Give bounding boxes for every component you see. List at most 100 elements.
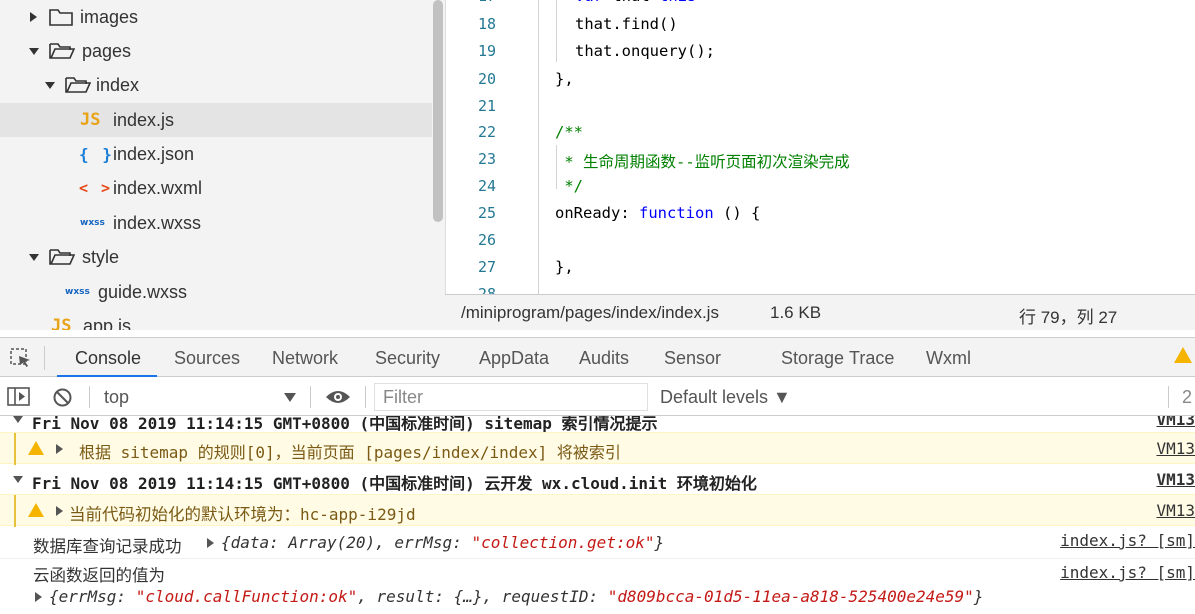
- line-number: 19: [477, 42, 496, 60]
- message-label: 当前代码初始化的默认环境为：: [69, 506, 300, 524]
- message-source-link[interactable]: VM13: [1156, 439, 1195, 458]
- message-source-link[interactable]: index.js? [sm]: [1060, 563, 1195, 582]
- tree-item-label: images: [80, 6, 139, 27]
- line-number: 17: [446, 0, 496, 5]
- object-string: "cloud.callFunction:ok": [135, 587, 358, 606]
- code-line: that.find(): [575, 15, 678, 33]
- code-line: },: [555, 70, 574, 88]
- tree-item-label: index.wxss: [113, 212, 202, 233]
- message-text: Fri Nov 08 2019 11:14:15 GMT+0800 (中国标准时…: [32, 474, 757, 493]
- show-sidebar-icon[interactable]: [7, 387, 31, 407]
- console-log: 云函数返回的值为 index.js? [sm] {errMsg: "cloud.…: [0, 560, 1195, 614]
- toolbar-divider: [310, 386, 311, 408]
- message-source-link[interactable]: VM13: [1156, 501, 1195, 520]
- message-source-link[interactable]: index.js? [sm]: [1060, 531, 1195, 550]
- tree-item-images[interactable]: images: [0, 0, 432, 34]
- group-indent-bar: [14, 495, 16, 527]
- tab-storage[interactable]: Storage: [779, 338, 846, 377]
- line-number: 21: [477, 97, 496, 115]
- object-preview[interactable]: {data: Array(20), errMsg: "collection.ge…: [221, 533, 664, 552]
- tree-item-label: app.js: [83, 315, 132, 331]
- toolbar-divider: [44, 346, 45, 370]
- tree-item-pages[interactable]: pages: [0, 34, 432, 68]
- tree-item-index-folder[interactable]: index: [0, 68, 432, 102]
- collapse-icon[interactable]: [13, 416, 23, 423]
- line-number: 23: [477, 150, 496, 168]
- json-file-icon: { }: [79, 145, 114, 164]
- tab-audits[interactable]: Audits: [577, 338, 631, 377]
- chevron-right-icon[interactable]: [30, 12, 37, 22]
- inspect-element-icon[interactable]: [10, 348, 32, 368]
- object-string: "d809bcca-01d5-11ea-a818-525400e24e59": [607, 587, 974, 606]
- toolbar-divider: [1168, 386, 1169, 408]
- eye-icon[interactable]: [325, 389, 351, 405]
- console-log: 数据库查询记录成功 {data: Array(20), errMsg: "col…: [0, 527, 1195, 559]
- message-value: hc-app-i29jd: [300, 505, 416, 524]
- tab-network[interactable]: Network: [270, 338, 340, 377]
- context-selector[interactable]: top: [96, 378, 301, 416]
- indent-guide: [556, 0, 557, 62]
- dropdown-arrow-icon: [284, 393, 296, 402]
- chevron-down-icon[interactable]: [45, 82, 55, 89]
- tree-item-index-json[interactable]: { } index.json: [0, 137, 432, 171]
- expand-icon[interactable]: [56, 444, 63, 454]
- warning-icon: [28, 441, 44, 455]
- tree-item-style[interactable]: style: [0, 240, 432, 274]
- tab-wxml[interactable]: Wxml: [924, 338, 973, 377]
- tree-item-index-js[interactable]: JS index.js: [0, 103, 432, 137]
- console-group-header[interactable]: Fri Nov 08 2019 11:14:15 GMT+0800 (中国标准时…: [0, 464, 1195, 494]
- collapse-icon[interactable]: [13, 476, 23, 483]
- tab-trace[interactable]: Trace: [847, 338, 896, 377]
- code-comment: * 生命周期函数--监听页面初次渲染完成: [555, 153, 850, 171]
- cursor-position[interactable]: 行 79，列 27: [1019, 303, 1117, 328]
- code-line: var that=this: [575, 0, 696, 5]
- message-source-link[interactable]: VM13: [1156, 470, 1195, 489]
- console-group-header[interactable]: Fri Nov 08 2019 11:14:15 GMT+0800 (中国标准时…: [0, 416, 1195, 433]
- chevron-down-icon[interactable]: [29, 48, 39, 55]
- expand-icon[interactable]: [56, 506, 63, 516]
- message-text: 数据库查询记录成功: [33, 538, 182, 556]
- line-number: 26: [477, 231, 496, 249]
- editor-statusbar: /miniprogram/pages/index/index.js 1.6 KB…: [445, 294, 1195, 330]
- expand-icon[interactable]: [35, 592, 42, 602]
- code-keyword: function: [639, 204, 714, 222]
- object-text: {errMsg:: [49, 587, 136, 606]
- tab-appdata[interactable]: AppData: [477, 338, 551, 377]
- line-number: 24: [477, 177, 496, 195]
- warning-icon: [28, 503, 44, 517]
- toolbar-divider: [365, 386, 366, 408]
- tab-sources[interactable]: Sources: [172, 338, 242, 377]
- js-file-icon: JS: [51, 316, 72, 330]
- devtools-tabbar: Console Sources Network Security AppData…: [0, 337, 1195, 377]
- indent-guide: [538, 0, 539, 90]
- log-levels-dropdown[interactable]: Default levels ▼: [660, 387, 791, 408]
- console-output[interactable]: Fri Nov 08 2019 11:14:15 GMT+0800 (中国标准时…: [0, 416, 1195, 614]
- file-size: 1.6 KB: [770, 303, 822, 322]
- tree-item-guide-wxss[interactable]: wxss guide.wxss: [0, 275, 432, 309]
- tree-item-label: index: [96, 74, 140, 95]
- code-token: onReady:: [555, 204, 639, 222]
- file-path: /miniprogram/pages/index/index.js: [461, 303, 719, 322]
- message-source-link[interactable]: VM13: [1156, 416, 1195, 429]
- expand-icon[interactable]: [207, 538, 214, 548]
- folder-open-icon: [49, 43, 75, 59]
- object-string: "collection.get:ok": [471, 533, 655, 552]
- tree-scrollbar-thumb[interactable]: [433, 0, 443, 222]
- line-number: 18: [477, 15, 496, 33]
- code-editor[interactable]: 17 var that=this 18 that.find() 19 that.…: [445, 0, 1195, 294]
- console-warning: 根据 sitemap 的规则[0]，当前页面 [pages/index/inde…: [0, 432, 1195, 465]
- object-preview[interactable]: {errMsg: "cloud.callFunction:ok", result…: [49, 587, 983, 606]
- chevron-down-icon[interactable]: [29, 254, 39, 261]
- line-number: 25: [477, 204, 496, 222]
- tab-security[interactable]: Security: [373, 338, 442, 377]
- tree-item-app-js[interactable]: JS app.js: [0, 309, 432, 331]
- line-number: 22: [477, 123, 496, 141]
- filter-input[interactable]: [374, 383, 648, 411]
- tab-console[interactable]: Console: [73, 338, 143, 377]
- warning-icon[interactable]: [1174, 347, 1192, 363]
- tab-sensor[interactable]: Sensor: [662, 338, 723, 377]
- tree-item-index-wxml[interactable]: < > index.wxml: [0, 171, 432, 205]
- object-text: {data: Array(20), errMsg:: [221, 533, 472, 552]
- tree-item-index-wxss[interactable]: wxss index.wxss: [0, 206, 432, 240]
- clear-console-icon[interactable]: [52, 387, 73, 408]
